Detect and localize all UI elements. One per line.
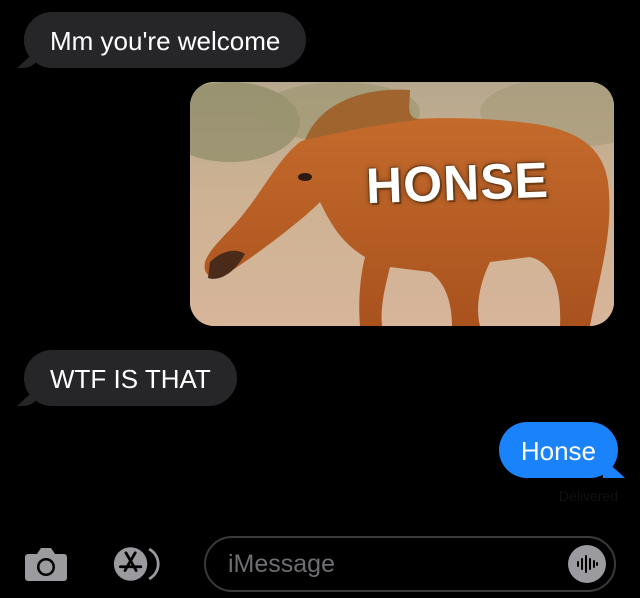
received-message-bubble[interactable]: WTF IS THAT [24, 350, 237, 406]
app-store-button[interactable] [112, 538, 164, 590]
audio-message-button[interactable] [568, 545, 606, 583]
received-message-bubble[interactable]: Mm you're welcome [24, 12, 307, 68]
image-caption-text: HONSE [365, 151, 550, 215]
audio-waveform-icon [577, 555, 598, 573]
camera-icon [25, 548, 67, 581]
app-store-icon [113, 547, 160, 581]
message-text: Mm you're welcome [50, 26, 281, 56]
camera-button[interactable] [20, 538, 72, 590]
delivery-status: Delivered [558, 488, 618, 504]
message-text: Honse [520, 436, 596, 466]
message-text: WTF IS THAT [50, 364, 211, 394]
received-image-message[interactable]: HONSE [190, 82, 614, 326]
message-input[interactable]: iMessage [204, 536, 616, 592]
message-input-placeholder: iMessage [228, 549, 335, 578]
sent-message-bubble[interactable]: Honse [498, 422, 618, 478]
